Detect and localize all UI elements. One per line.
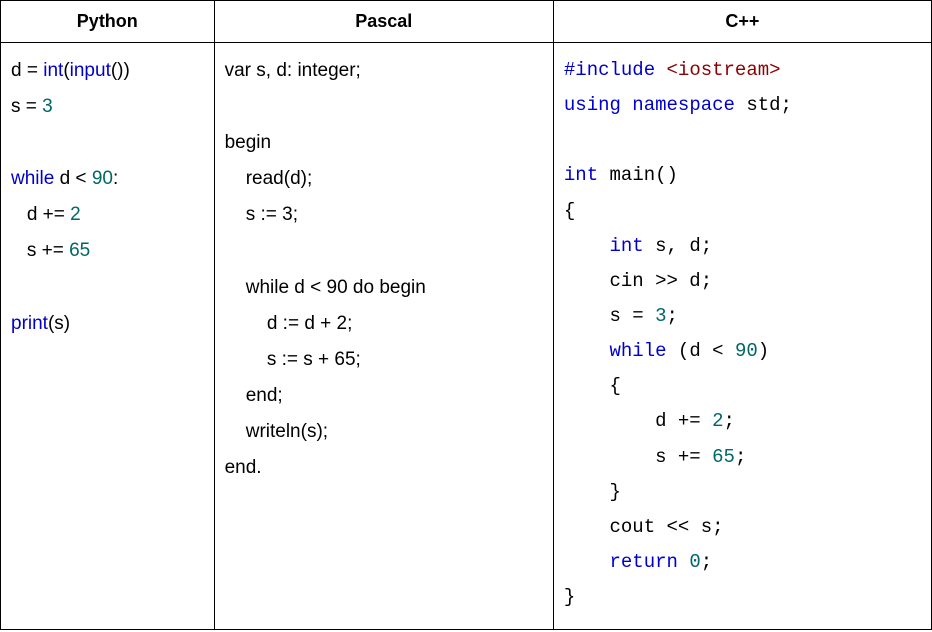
code-comparison-table: Python Pascal C++ d = int(input()) s = 3… bbox=[0, 0, 932, 630]
pascal-code: var s, d: integer; begin read(d); s := 3… bbox=[225, 53, 543, 486]
code-row: d = int(input()) s = 3 while d < 90: d +… bbox=[1, 43, 932, 630]
cell-python: d = int(input()) s = 3 while d < 90: d +… bbox=[1, 43, 215, 630]
cell-pascal: var s, d: integer; begin read(d); s := 3… bbox=[214, 43, 553, 630]
header-pascal: Pascal bbox=[214, 1, 553, 43]
header-row: Python Pascal C++ bbox=[1, 1, 932, 43]
header-cpp: C++ bbox=[553, 1, 931, 43]
cpp-code: #include <iostream> using namespace std;… bbox=[564, 53, 921, 615]
header-python: Python bbox=[1, 1, 215, 43]
cell-cpp: #include <iostream> using namespace std;… bbox=[553, 43, 931, 630]
python-code: d = int(input()) s = 3 while d < 90: d +… bbox=[11, 53, 204, 342]
